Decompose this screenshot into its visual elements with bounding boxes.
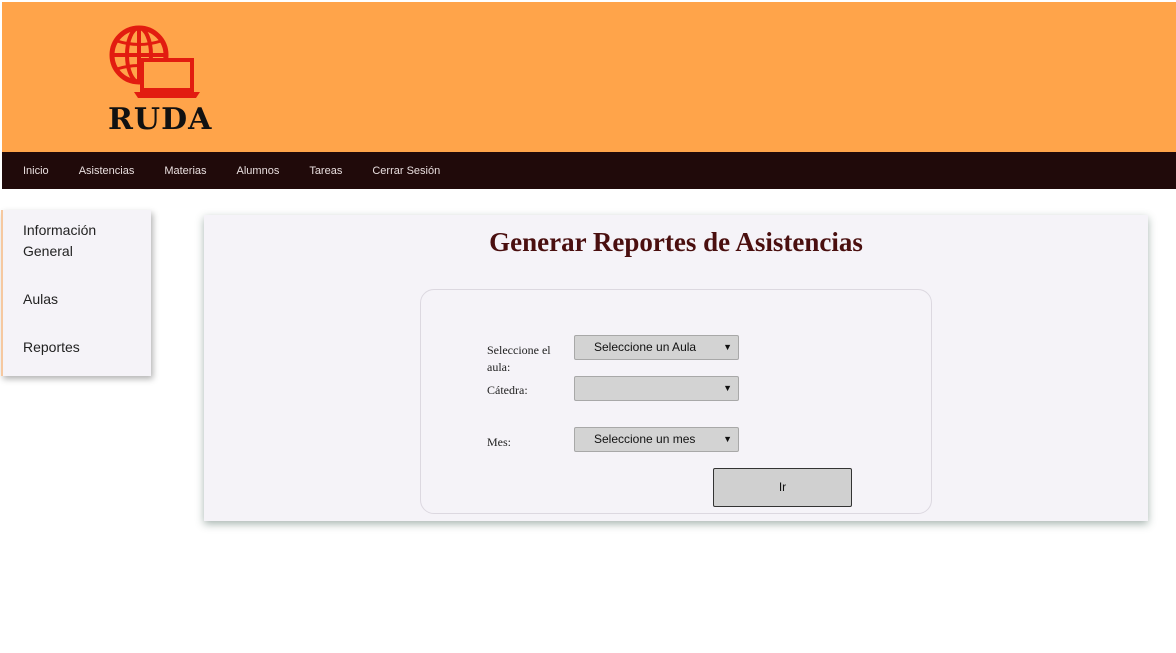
report-form: Seleccione el aula: Seleccione un Aula ▼… [420, 289, 932, 514]
mes-select-value: Seleccione un mes [594, 432, 696, 446]
nav-item-alumnos[interactable]: Alumnos [237, 165, 280, 177]
main-panel: Generar Reportes de Asistencias Seleccio… [204, 215, 1148, 521]
mes-select[interactable]: Seleccione un mes ▼ [574, 427, 739, 452]
sidebar-item-label: Información [23, 222, 97, 238]
top-nav: Inicio Asistencias Materias Alumnos Tare… [2, 152, 1176, 189]
page-title: Generar Reportes de Asistencias [489, 227, 863, 257]
ruda-logo[interactable]: RUDA [106, 24, 216, 137]
sidebar-item-reportes[interactable]: Reportes [23, 337, 80, 358]
nav-item-tareas[interactable]: Tareas [309, 165, 342, 177]
aula-label-line1: Seleccione el [487, 343, 551, 357]
dropdown-arrow-icon: ▼ [723, 383, 732, 393]
nav-item-asistencias[interactable]: Asistencias [79, 165, 135, 177]
catedra-select[interactable]: ▼ [574, 376, 739, 401]
globe-laptop-icon [109, 25, 200, 98]
submit-button[interactable]: Ir [713, 468, 852, 507]
sidebar-item-label: General [23, 243, 73, 259]
sidebar: Información General Aulas Reportes [1, 210, 151, 376]
dropdown-arrow-icon: ▼ [723, 342, 732, 352]
header: RUDA [2, 2, 1176, 152]
nav-item-materias[interactable]: Materias [164, 165, 206, 177]
aula-select-value: Seleccione un Aula [594, 340, 697, 354]
mes-label: Mes: [487, 435, 511, 449]
nav-item-cerrar-sesion[interactable]: Cerrar Sesión [372, 165, 440, 177]
aula-select[interactable]: Seleccione un Aula ▼ [574, 335, 739, 360]
nav-item-inicio[interactable]: Inicio [23, 165, 49, 177]
sidebar-item-aulas[interactable]: Aulas [23, 289, 58, 310]
aula-label-line2: aula: [487, 360, 511, 374]
catedra-label: Cátedra: [487, 383, 528, 397]
aula-label: Seleccione el aula: [487, 342, 551, 376]
sidebar-item-informacion-general[interactable]: Información General [23, 220, 96, 262]
dropdown-arrow-icon: ▼ [723, 434, 732, 444]
logo-text: RUDA [108, 102, 213, 137]
